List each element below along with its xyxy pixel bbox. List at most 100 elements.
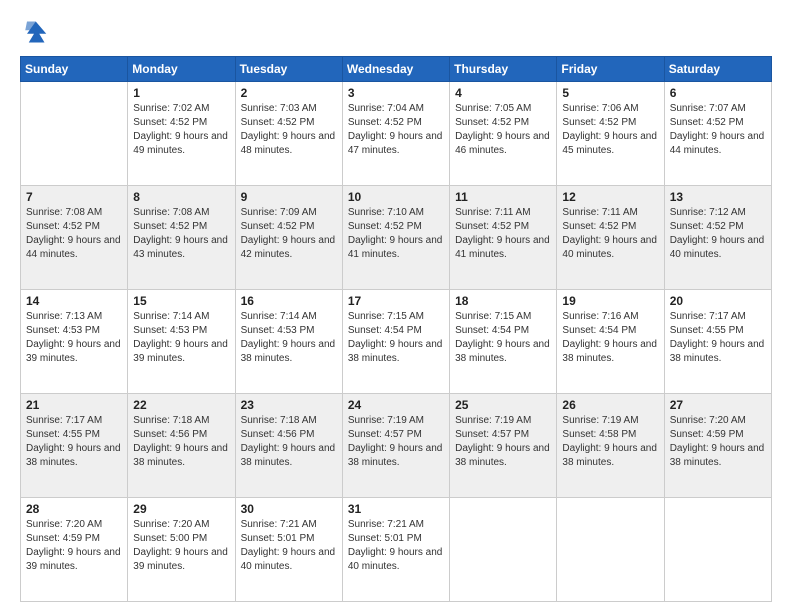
day-number: 19 (562, 294, 658, 308)
day-info: Sunrise: 7:02 AMSunset: 4:52 PMDaylight:… (133, 102, 229, 158)
day-number: 17 (348, 294, 444, 308)
day-number: 10 (348, 190, 444, 204)
col-header-monday: Monday (128, 57, 235, 82)
calendar-cell: 13 Sunrise: 7:12 AMSunset: 4:52 PMDayligh… (664, 186, 771, 290)
day-info: Sunrise: 7:07 AMSunset: 4:52 PMDaylight:… (670, 102, 766, 158)
day-info: Sunrise: 7:15 AMSunset: 4:54 PMDaylight:… (455, 310, 551, 366)
day-info: Sunrise: 7:19 AMSunset: 4:58 PMDaylight:… (562, 414, 658, 470)
calendar-cell: 11 Sunrise: 7:11 AMSunset: 4:52 PMDayligh… (450, 186, 557, 290)
day-info: Sunrise: 7:08 AMSunset: 4:52 PMDaylight:… (26, 206, 122, 262)
calendar-table: SundayMondayTuesdayWednesdayThursdayFrid… (20, 56, 772, 602)
day-info: Sunrise: 7:17 AMSunset: 4:55 PMDaylight:… (26, 414, 122, 470)
calendar-cell: 7 Sunrise: 7:08 AMSunset: 4:52 PMDaylight… (21, 186, 128, 290)
day-info: Sunrise: 7:21 AMSunset: 5:01 PMDaylight:… (348, 518, 444, 574)
col-header-friday: Friday (557, 57, 664, 82)
calendar-cell: 30 Sunrise: 7:21 AMSunset: 5:01 PMDayligh… (235, 498, 342, 602)
col-header-thursday: Thursday (450, 57, 557, 82)
calendar-cell: 18Sunrise: 7:15 AMSunset: 4:54 PMDayligh… (450, 290, 557, 394)
header (20, 18, 772, 46)
day-info: Sunrise: 7:08 AMSunset: 4:52 PMDaylight:… (133, 206, 229, 262)
calendar-cell (450, 498, 557, 602)
day-number: 4 (455, 86, 551, 100)
calendar-cell: 31 Sunrise: 7:21 AMSunset: 5:01 PMDayligh… (342, 498, 449, 602)
day-info: Sunrise: 7:03 AMSunset: 4:52 PMDaylight:… (241, 102, 337, 158)
calendar-cell: 29 Sunrise: 7:20 AMSunset: 5:00 PMDayligh… (128, 498, 235, 602)
calendar-cell (557, 498, 664, 602)
day-info: Sunrise: 7:11 AMSunset: 4:52 PMDaylight:… (562, 206, 658, 262)
day-number: 30 (241, 502, 337, 516)
calendar-cell: 16Sunrise: 7:14 AMSunset: 4:53 PMDayligh… (235, 290, 342, 394)
day-info: Sunrise: 7:14 AMSunset: 4:53 PMDaylight:… (133, 310, 229, 366)
calendar-cell: 24Sunrise: 7:19 AMSunset: 4:57 PMDayligh… (342, 394, 449, 498)
calendar-cell: 22 Sunrise: 7:18 AMSunset: 4:56 PMDayligh… (128, 394, 235, 498)
day-info: Sunrise: 7:05 AMSunset: 4:52 PMDaylight:… (455, 102, 551, 158)
day-info: Sunrise: 7:14 AMSunset: 4:53 PMDaylight:… (241, 310, 337, 366)
day-number: 12 (562, 190, 658, 204)
day-number: 21 (26, 398, 122, 412)
day-number: 11 (455, 190, 551, 204)
day-info: Sunrise: 7:18 AMSunset: 4:56 PMDaylight:… (241, 414, 337, 470)
day-number: 20 (670, 294, 766, 308)
day-info: Sunrise: 7:16 AMSunset: 4:54 PMDaylight:… (562, 310, 658, 366)
day-info: Sunrise: 7:11 AMSunset: 4:52 PMDaylight:… (455, 206, 551, 262)
calendar-cell: 12 Sunrise: 7:11 AMSunset: 4:52 PMDayligh… (557, 186, 664, 290)
logo-icon (20, 18, 48, 46)
calendar-cell: 27 Sunrise: 7:20 AMSunset: 4:59 PMDayligh… (664, 394, 771, 498)
calendar-cell: 4 Sunrise: 7:05 AMSunset: 4:52 PMDaylight… (450, 82, 557, 186)
day-info: Sunrise: 7:12 AMSunset: 4:52 PMDaylight:… (670, 206, 766, 262)
day-number: 31 (348, 502, 444, 516)
day-info: Sunrise: 7:20 AMSunset: 4:59 PMDaylight:… (670, 414, 766, 470)
day-info: Sunrise: 7:20 AMSunset: 5:00 PMDaylight:… (133, 518, 229, 574)
calendar-week-5: 28Sunrise: 7:20 AMSunset: 4:59 PMDayligh… (21, 498, 772, 602)
calendar-cell (21, 82, 128, 186)
day-info: Sunrise: 7:18 AMSunset: 4:56 PMDaylight:… (133, 414, 229, 470)
calendar-week-2: 7 Sunrise: 7:08 AMSunset: 4:52 PMDaylight… (21, 186, 772, 290)
calendar-week-1: 1Sunrise: 7:02 AMSunset: 4:52 PMDaylight… (21, 82, 772, 186)
day-number: 5 (562, 86, 658, 100)
day-number: 27 (670, 398, 766, 412)
day-info: Sunrise: 7:13 AMSunset: 4:53 PMDaylight:… (26, 310, 122, 366)
day-number: 6 (670, 86, 766, 100)
col-header-tuesday: Tuesday (235, 57, 342, 82)
day-info: Sunrise: 7:21 AMSunset: 5:01 PMDaylight:… (241, 518, 337, 574)
day-info: Sunrise: 7:04 AMSunset: 4:52 PMDaylight:… (348, 102, 444, 158)
day-number: 23 (241, 398, 337, 412)
calendar-cell: 1Sunrise: 7:02 AMSunset: 4:52 PMDaylight… (128, 82, 235, 186)
calendar-cell: 14Sunrise: 7:13 AMSunset: 4:53 PMDayligh… (21, 290, 128, 394)
col-header-saturday: Saturday (664, 57, 771, 82)
calendar-cell: 21 Sunrise: 7:17 AMSunset: 4:55 PMDayligh… (21, 394, 128, 498)
calendar-cell: 8 Sunrise: 7:08 AMSunset: 4:52 PMDaylight… (128, 186, 235, 290)
calendar-cell: 17 Sunrise: 7:15 AMSunset: 4:54 PMDayligh… (342, 290, 449, 394)
day-info: Sunrise: 7:19 AMSunset: 4:57 PMDaylight:… (455, 414, 551, 470)
calendar-cell: 25 Sunrise: 7:19 AMSunset: 4:57 PMDayligh… (450, 394, 557, 498)
col-header-sunday: Sunday (21, 57, 128, 82)
day-info: Sunrise: 7:09 AMSunset: 4:52 PMDaylight:… (241, 206, 337, 262)
day-info: Sunrise: 7:20 AMSunset: 4:59 PMDaylight:… (26, 518, 122, 574)
calendar-cell: 26Sunrise: 7:19 AMSunset: 4:58 PMDayligh… (557, 394, 664, 498)
day-number: 22 (133, 398, 229, 412)
day-number: 7 (26, 190, 122, 204)
col-header-wednesday: Wednesday (342, 57, 449, 82)
day-number: 2 (241, 86, 337, 100)
calendar-cell: 10 Sunrise: 7:10 AMSunset: 4:52 PMDayligh… (342, 186, 449, 290)
day-info: Sunrise: 7:17 AMSunset: 4:55 PMDaylight:… (670, 310, 766, 366)
calendar-week-4: 21 Sunrise: 7:17 AMSunset: 4:55 PMDayligh… (21, 394, 772, 498)
day-number: 25 (455, 398, 551, 412)
logo (20, 18, 52, 46)
day-info: Sunrise: 7:19 AMSunset: 4:57 PMDaylight:… (348, 414, 444, 470)
page: SundayMondayTuesdayWednesdayThursdayFrid… (0, 0, 792, 612)
calendar-cell: 23 Sunrise: 7:18 AMSunset: 4:56 PMDayligh… (235, 394, 342, 498)
calendar-cell: 9 Sunrise: 7:09 AMSunset: 4:52 PMDaylight… (235, 186, 342, 290)
day-info: Sunrise: 7:10 AMSunset: 4:52 PMDaylight:… (348, 206, 444, 262)
day-number: 8 (133, 190, 229, 204)
day-info: Sunrise: 7:15 AMSunset: 4:54 PMDaylight:… (348, 310, 444, 366)
day-number: 13 (670, 190, 766, 204)
calendar-cell (664, 498, 771, 602)
calendar-header-row: SundayMondayTuesdayWednesdayThursdayFrid… (21, 57, 772, 82)
day-number: 9 (241, 190, 337, 204)
day-number: 3 (348, 86, 444, 100)
day-number: 29 (133, 502, 229, 516)
calendar-cell: 19 Sunrise: 7:16 AMSunset: 4:54 PMDayligh… (557, 290, 664, 394)
calendar-cell: 5Sunrise: 7:06 AMSunset: 4:52 PMDaylight… (557, 82, 664, 186)
calendar-cell: 20 Sunrise: 7:17 AMSunset: 4:55 PMDayligh… (664, 290, 771, 394)
